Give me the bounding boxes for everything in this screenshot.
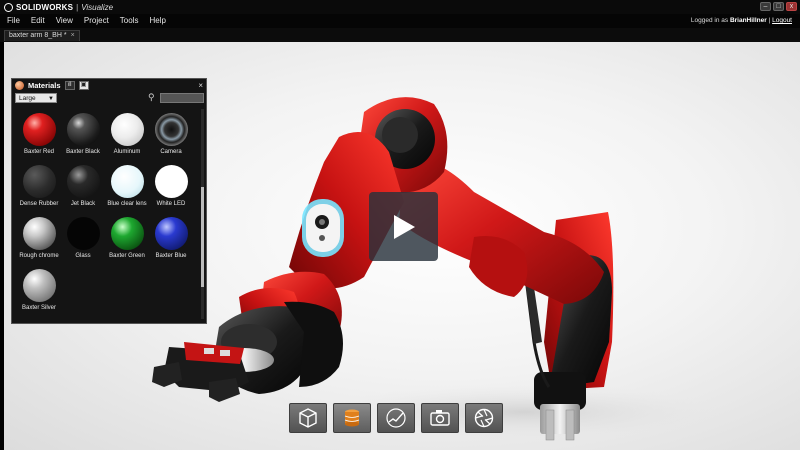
play-icon bbox=[393, 214, 415, 239]
login-prefix: Logged in as bbox=[690, 17, 729, 24]
material-jet-black[interactable]: Jet Black bbox=[61, 165, 105, 217]
material-label: Glass bbox=[75, 253, 91, 259]
materials-header: Materials ı‖ ▣ × bbox=[12, 79, 206, 91]
material-label: Aluminum bbox=[113, 149, 141, 155]
models-button[interactable] bbox=[289, 403, 327, 433]
material-swatch[interactable] bbox=[66, 165, 100, 198]
tab-close-icon[interactable]: × bbox=[71, 31, 75, 41]
materials-icon bbox=[15, 80, 24, 90]
material-label: Blue clear lens bbox=[107, 201, 147, 207]
cameras-button[interactable] bbox=[421, 403, 459, 433]
aperture-icon bbox=[474, 408, 494, 428]
tab-label: baxter arm 8_BH * bbox=[9, 32, 67, 39]
material-swatch[interactable] bbox=[110, 165, 144, 198]
material-chrome[interactable]: Rough chrome bbox=[17, 217, 61, 269]
size-select-value: Large bbox=[19, 95, 36, 102]
materials-search-input[interactable] bbox=[160, 93, 204, 103]
material-label: Baxter Silver bbox=[21, 305, 56, 311]
material-label: Baxter Black bbox=[66, 149, 100, 155]
material-red[interactable]: Baxter Red bbox=[17, 113, 61, 165]
window-controls: – □ x bbox=[760, 2, 797, 11]
ds-logo-icon bbox=[4, 2, 13, 12]
app-logo: SOLIDWORKS | Visualize bbox=[4, 2, 113, 12]
material-swatch[interactable] bbox=[22, 217, 56, 250]
materials-title: Materials bbox=[28, 80, 61, 90]
material-swatch[interactable] bbox=[66, 217, 100, 250]
chevron-down-icon: ▼ bbox=[48, 96, 54, 102]
cylinder-stack-icon bbox=[344, 409, 360, 427]
menu-project[interactable]: Project bbox=[84, 16, 109, 25]
material-swatch[interactable] bbox=[154, 217, 188, 250]
graph-curve-icon bbox=[386, 408, 406, 428]
material-swatch[interactable] bbox=[22, 165, 56, 198]
material-green[interactable]: Baxter Green bbox=[105, 217, 149, 269]
search-icon: ⚲ bbox=[148, 92, 155, 102]
material-swatch[interactable] bbox=[154, 113, 188, 146]
material-label: Jet Black bbox=[70, 201, 96, 207]
menu-tools[interactable]: Tools bbox=[120, 16, 139, 25]
material-label: Camera bbox=[160, 149, 182, 155]
material-swatch[interactable] bbox=[154, 165, 188, 198]
scrollbar-thumb[interactable] bbox=[201, 187, 204, 287]
menu-view[interactable]: View bbox=[56, 16, 73, 25]
material-swatch[interactable] bbox=[22, 113, 56, 146]
render-button[interactable] bbox=[465, 403, 503, 433]
camera-icon bbox=[430, 410, 450, 426]
material-black-gloss[interactable]: Baxter Black bbox=[61, 113, 105, 165]
material-rubber[interactable]: Dense Rubber bbox=[17, 165, 61, 217]
menu-file[interactable]: File bbox=[7, 16, 20, 25]
material-label: White LED bbox=[156, 201, 186, 207]
material-blue[interactable]: Baxter Blue bbox=[149, 217, 193, 269]
login-separator: | bbox=[768, 17, 771, 24]
login-status: Logged in as BrianHillner | Logout bbox=[691, 17, 792, 24]
login-user: BrianHillner bbox=[729, 17, 767, 24]
menu-bar: File Edit View Project Tools Help Logged… bbox=[0, 14, 800, 28]
scenes-button[interactable] bbox=[377, 403, 415, 433]
material-swatch[interactable] bbox=[110, 217, 144, 250]
brand-separator: | bbox=[76, 2, 79, 12]
logout-link[interactable]: Logout bbox=[772, 17, 792, 24]
minimize-icon[interactable]: – bbox=[760, 2, 771, 11]
material-swatch[interactable] bbox=[110, 113, 144, 146]
menu-help[interactable]: Help bbox=[149, 16, 165, 25]
material-label: Rough chrome bbox=[19, 253, 59, 259]
maximize-icon[interactable]: □ bbox=[773, 2, 784, 11]
document-tab-bar: baxter arm 8_BH * × bbox=[0, 28, 800, 42]
cube-icon bbox=[299, 408, 317, 428]
material-swatch[interactable] bbox=[66, 113, 100, 146]
material-label: Baxter Red bbox=[23, 149, 54, 155]
materials-toolbar: Large ▼ ⚲ bbox=[15, 92, 205, 104]
library-tab-icon[interactable]: ı‖ bbox=[64, 80, 75, 90]
tab-baxter-arm[interactable]: baxter arm 8_BH * × bbox=[4, 30, 80, 41]
close-icon[interactable]: x bbox=[786, 2, 797, 11]
title-bar: SOLIDWORKS | Visualize – □ x bbox=[0, 0, 800, 14]
material-silver[interactable]: Baxter Silver bbox=[17, 269, 61, 321]
materials-panel: Materials ı‖ ▣ × Large ▼ ⚲ Baxter Red Bax… bbox=[11, 78, 207, 324]
menu-edit[interactable]: Edit bbox=[31, 16, 45, 25]
materials-scrollbar[interactable] bbox=[201, 109, 204, 319]
material-glass[interactable]: Glass bbox=[61, 217, 105, 269]
material-aluminum[interactable]: Aluminum bbox=[105, 113, 149, 165]
material-swatch[interactable] bbox=[22, 269, 56, 302]
video-play-button[interactable] bbox=[369, 192, 438, 261]
material-camera[interactable]: Camera bbox=[149, 113, 193, 165]
brand-name: SOLIDWORKS bbox=[16, 2, 74, 12]
material-white-led[interactable]: White LED bbox=[149, 165, 193, 217]
material-label: Dense Rubber bbox=[19, 201, 59, 207]
thumbnail-size-select[interactable]: Large ▼ bbox=[15, 93, 57, 103]
material-label: Baxter Green bbox=[109, 253, 145, 259]
appearances-button[interactable] bbox=[333, 403, 371, 433]
material-lens[interactable]: Blue clear lens bbox=[105, 165, 149, 217]
panel-close-icon[interactable]: × bbox=[198, 81, 203, 90]
project-tab-icon[interactable]: ▣ bbox=[78, 80, 89, 90]
product-name: Visualize bbox=[81, 2, 114, 12]
material-label: Baxter Blue bbox=[155, 253, 187, 259]
bottom-toolbar bbox=[289, 403, 503, 433]
